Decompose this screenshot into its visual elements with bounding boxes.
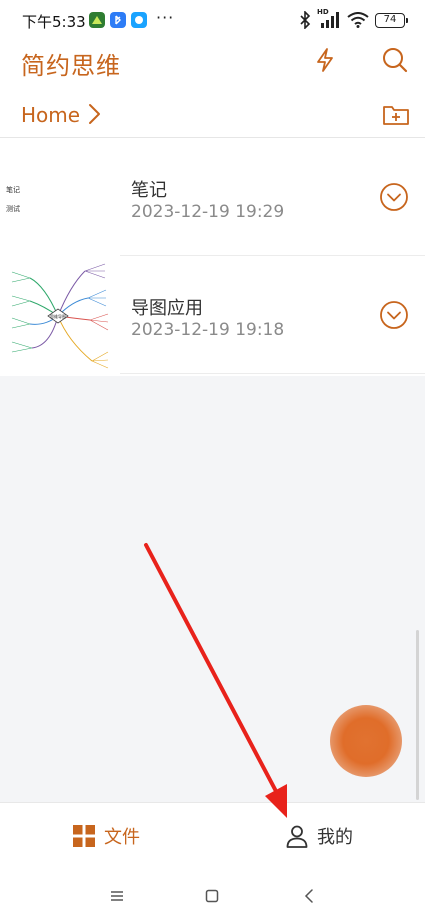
back-icon[interactable] [297,884,321,908]
lightning-icon[interactable] [309,44,341,76]
expand-chevron-icon[interactable] [379,300,409,330]
new-folder-icon[interactable] [381,100,411,130]
breadcrumb: Home [0,90,425,138]
tab-mine[interactable]: 我的 [285,823,353,849]
expand-chevron-icon[interactable] [379,182,409,212]
file-date: 2023-12-19 19:18 [131,320,285,340]
file-thumbnail: 笔记 测试 [0,138,120,256]
status-indicators: HD 74 [299,8,408,30]
more-notifications-icon: ··· [156,8,175,27]
bluetooth-icon [300,11,311,29]
grid-icon [73,825,95,847]
tab-label: 我的 [317,827,353,848]
message-app-icon [131,12,147,28]
bottom-tab-bar: 文件 我的 [0,802,425,872]
home-square-icon[interactable] [200,884,224,908]
status-bar: 下午5:33 ··· HD 74 [0,0,425,40]
chevron-right-icon [86,102,102,130]
bluetooth-app-icon [110,12,126,28]
signal-icon: HD [317,8,341,29]
file-thumbnail: 思维导图 [0,256,120,374]
thumbnail-line: 笔记 [6,186,20,194]
wifi-icon [347,12,369,28]
app-title: 简约思维 [21,52,121,80]
tab-files[interactable]: 文件 [72,823,140,849]
add-fab-button[interactable] [330,705,402,777]
breadcrumb-home[interactable]: Home [21,103,80,127]
mindmap-center-label: 思维导图 [50,313,66,319]
status-time: 下午5:33 [22,13,86,31]
battery-icon: 74 [375,12,408,28]
person-icon [286,825,308,848]
scrollbar[interactable] [416,630,419,800]
app-notification-icon [89,12,105,28]
mindmap-thumbnail: 思维导图 [11,263,109,369]
file-date: 2023-12-19 19:29 [131,202,285,222]
file-row-mindmap[interactable]: 思维导图 导图应用 2023-12-19 19:18 [0,256,425,374]
file-name: 导图应用 [131,298,203,319]
file-row-note[interactable]: 笔记 测试 笔记 2023-12-19 19:29 [0,138,425,256]
tab-label: 文件 [104,827,140,848]
system-nav-bar [0,872,425,920]
menu-icon[interactable] [105,884,129,908]
search-icon[interactable] [379,44,411,76]
app-header: 简约思维 [0,40,425,86]
thumbnail-line: 测试 [6,205,20,213]
file-name: 笔记 [131,180,167,201]
file-list: 笔记 测试 笔记 2023-12-19 19:29 思维导图 导图应用 2023… [0,138,425,374]
